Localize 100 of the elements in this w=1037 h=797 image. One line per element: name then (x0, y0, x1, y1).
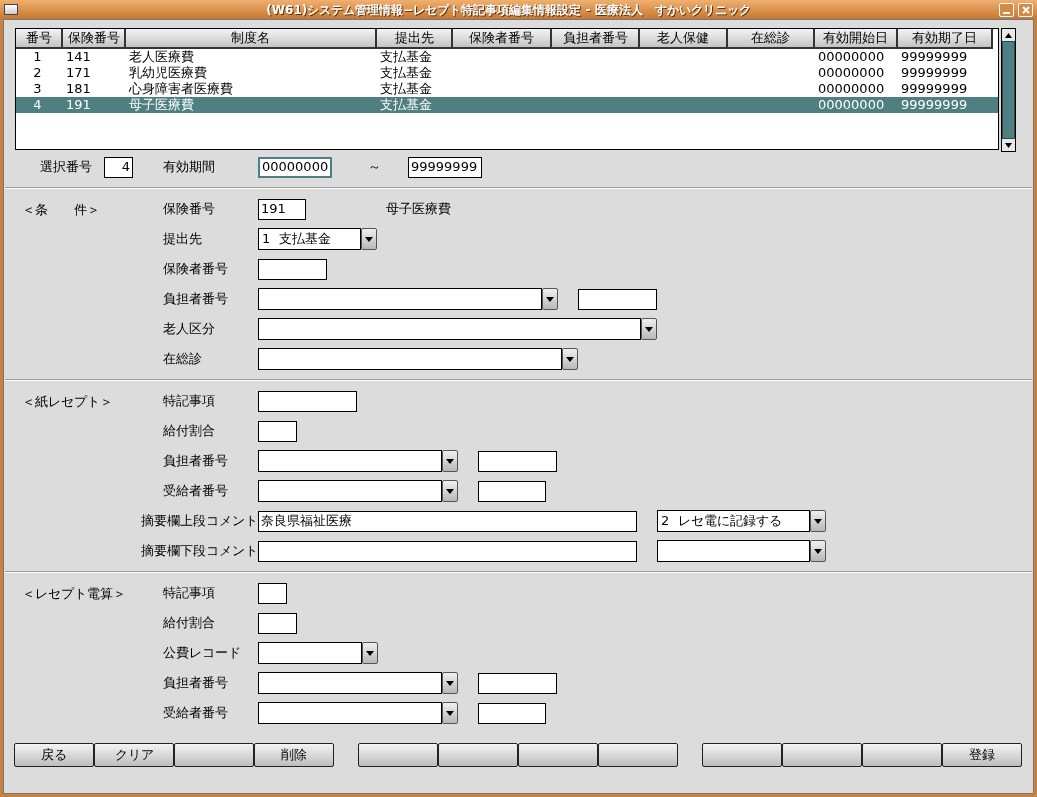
column-header[interactable]: 番号 (16, 29, 63, 49)
table-cell: 00000000 (818, 49, 885, 64)
input-field[interactable] (478, 672, 557, 694)
field-label: 負担者番号 (163, 674, 229, 693)
dropdown[interactable] (258, 288, 558, 310)
table-cell: 99999999 (901, 81, 968, 96)
action-button[interactable]: 登録 (942, 743, 1022, 767)
caret-icon (446, 458, 454, 464)
field-label: 給付割合 (163, 614, 216, 633)
table-cell: 171 (66, 65, 91, 80)
column-header[interactable]: 保険番号 (63, 29, 126, 49)
caret-icon (814, 518, 822, 524)
caret-icon (446, 488, 454, 494)
input-field[interactable]: 191 (258, 198, 306, 220)
input-field[interactable] (258, 258, 327, 280)
arrow-up-icon (1005, 32, 1012, 38)
field-label: 在総診 (163, 350, 203, 369)
action-button[interactable]: 戻る (14, 743, 94, 767)
insurance-name: 母子医療費 (386, 200, 451, 219)
input-field[interactable] (258, 540, 637, 562)
input-field[interactable] (578, 288, 657, 310)
caret-icon (645, 326, 653, 332)
section-title: ＜レセプト電算＞ (22, 586, 126, 601)
input-field[interactable] (478, 450, 557, 472)
arrow-down-icon (1005, 142, 1012, 148)
table-cell: 00000000 (818, 97, 885, 112)
dropdown[interactable] (258, 672, 458, 694)
blank-button[interactable] (702, 743, 782, 767)
caret-icon (446, 680, 454, 686)
column-header[interactable]: 保険者番号 (453, 29, 552, 49)
table-cell: 支払基金 (380, 81, 432, 96)
table-cell: 支払基金 (380, 65, 432, 80)
dropdown[interactable] (258, 642, 378, 664)
field-label: 摘要欄上段コメント (141, 512, 258, 531)
caret-icon (814, 548, 822, 554)
column-header[interactable]: 制度名 (126, 29, 377, 49)
input-field[interactable] (258, 582, 287, 604)
field-label: 特記事項 (163, 392, 216, 411)
input-field[interactable]: 4 (104, 156, 133, 178)
blank-button[interactable] (598, 743, 678, 767)
table-row[interactable]: 1 141 老人医療費 支払基金 00000000 99999999 (16, 49, 998, 65)
blank-button[interactable] (438, 743, 518, 767)
dropdown[interactable] (258, 480, 458, 502)
field-label: 受給者番号 (163, 704, 229, 723)
minimize-button[interactable] (999, 2, 1014, 17)
table-cell: 心身障害者医療費 (129, 81, 233, 96)
column-header[interactable]: 老人保健 (640, 29, 728, 49)
action-button[interactable]: 削除 (254, 743, 334, 767)
table-cell: 4 (33, 97, 42, 112)
input-field[interactable]: 奈良県福祉医療 (258, 510, 637, 532)
input-field[interactable] (478, 702, 546, 724)
column-header[interactable]: 有効開始日 (815, 29, 898, 49)
input-field[interactable] (478, 480, 546, 502)
table-cell: 191 (66, 97, 91, 112)
table-cell: 141 (66, 49, 91, 64)
field-label: 受給者番号 (163, 482, 229, 501)
range-separator: ～ (368, 158, 382, 177)
table-row[interactable]: 2 171 乳幼児医療費 支払基金 00000000 99999999 (16, 65, 998, 81)
table-cell: 99999999 (901, 65, 968, 80)
input-field[interactable]: 00000000 (258, 156, 332, 178)
dropdown[interactable] (258, 702, 458, 724)
column-header[interactable]: 在総診 (728, 29, 815, 49)
table-cell: 3 (33, 81, 42, 96)
caret-icon (546, 296, 554, 302)
close-button[interactable] (1018, 2, 1033, 17)
field-label: 摘要欄下段コメント (141, 542, 258, 561)
dropdown[interactable] (258, 348, 578, 370)
section-title: ＜紙レセプト＞ (22, 394, 113, 409)
blank-button[interactable] (358, 743, 438, 767)
column-header[interactable]: 有効期了日 (898, 29, 993, 49)
blank-button[interactable] (174, 743, 254, 767)
dropdown[interactable] (657, 540, 826, 562)
table-row[interactable]: 3 181 心身障害者医療費 支払基金 00000000 99999999 (16, 81, 998, 97)
blank-button[interactable] (862, 743, 942, 767)
field-label: 負担者番号 (163, 290, 229, 309)
dropdown[interactable] (258, 318, 657, 340)
scrollbar[interactable] (1001, 28, 1016, 152)
table-cell: 乳幼児医療費 (129, 65, 207, 80)
input-field[interactable]: 99999999 (408, 156, 482, 178)
action-button[interactable]: クリア (94, 743, 174, 767)
field-label: 提出先 (163, 230, 203, 249)
table-row[interactable]: 4 191 母子医療費 支払基金 00000000 99999999 (16, 97, 998, 113)
blank-button[interactable] (518, 743, 598, 767)
table-cell: 99999999 (901, 97, 968, 112)
window-title: (W61)システム管理情報−レセプト特記事項編集情報設定 - 医療法人 すかいクリニック (265, 1, 752, 19)
input-field[interactable] (258, 612, 297, 634)
dropdown[interactable] (258, 450, 458, 472)
field-label: 負担者番号 (163, 452, 229, 471)
input-field[interactable] (258, 390, 357, 412)
caret-icon (566, 356, 574, 362)
section-title: ＜条 件＞ (22, 202, 100, 217)
column-header[interactable]: 負担者番号 (552, 29, 640, 49)
table-cell: 00000000 (818, 81, 885, 96)
window-menu-icon[interactable] (4, 4, 18, 15)
table-cell: 99999999 (901, 49, 968, 64)
field-label: 保険者番号 (163, 260, 229, 279)
scrollbar-thumb[interactable] (1002, 41, 1015, 139)
input-field[interactable] (258, 420, 297, 442)
column-header[interactable]: 提出先 (377, 29, 453, 49)
blank-button[interactable] (782, 743, 862, 767)
